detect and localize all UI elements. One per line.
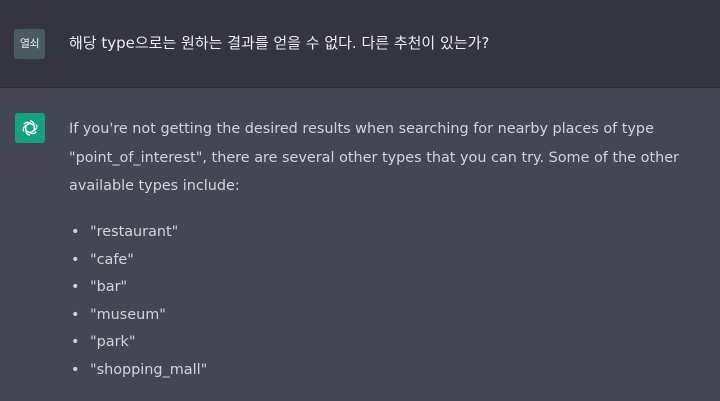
list-item: • "park" xyxy=(71,329,207,357)
list-item-text: "shopping_mall" xyxy=(90,361,208,378)
bullet: • xyxy=(71,306,80,323)
list-item: • "restaurant" xyxy=(71,219,207,247)
list-item-text: "restaurant" xyxy=(90,224,179,240)
bullet: • xyxy=(71,279,80,295)
user-message-text: 해당 type으로는 원하는 결과를 얻을 수 없다. 다른 추천이 있는가? xyxy=(69,34,490,52)
bullet: • xyxy=(71,224,80,240)
assistant-paragraph: If you're not getting the desired result… xyxy=(69,121,679,194)
list-item-text: "cafe" xyxy=(90,251,134,268)
assistant-message-text: If you're not getting the desired result… xyxy=(69,115,709,201)
list-item: • "museum" xyxy=(71,302,207,330)
list-item-text: "park" xyxy=(90,334,136,350)
bullet: • xyxy=(71,251,80,268)
bullet: • xyxy=(71,361,80,378)
list-item: • "shopping_mall" xyxy=(71,357,207,385)
user-message-row: 열쇠 해당 type으로는 원하는 결과를 얻을 수 없다. 다른 추천이 있는… xyxy=(0,0,720,88)
list-item-text: "bar" xyxy=(90,279,128,295)
list-item: • "bar" xyxy=(71,274,207,302)
openai-logo-icon xyxy=(15,113,45,143)
bullet: • xyxy=(71,334,80,350)
user-avatar: 열쇠 xyxy=(14,29,45,59)
list-item: • "cafe" xyxy=(71,247,207,275)
list-item-text: "museum" xyxy=(90,306,166,323)
place-type-list: • "restaurant" • "cafe" • "bar" • "museum" •… xyxy=(71,219,207,384)
